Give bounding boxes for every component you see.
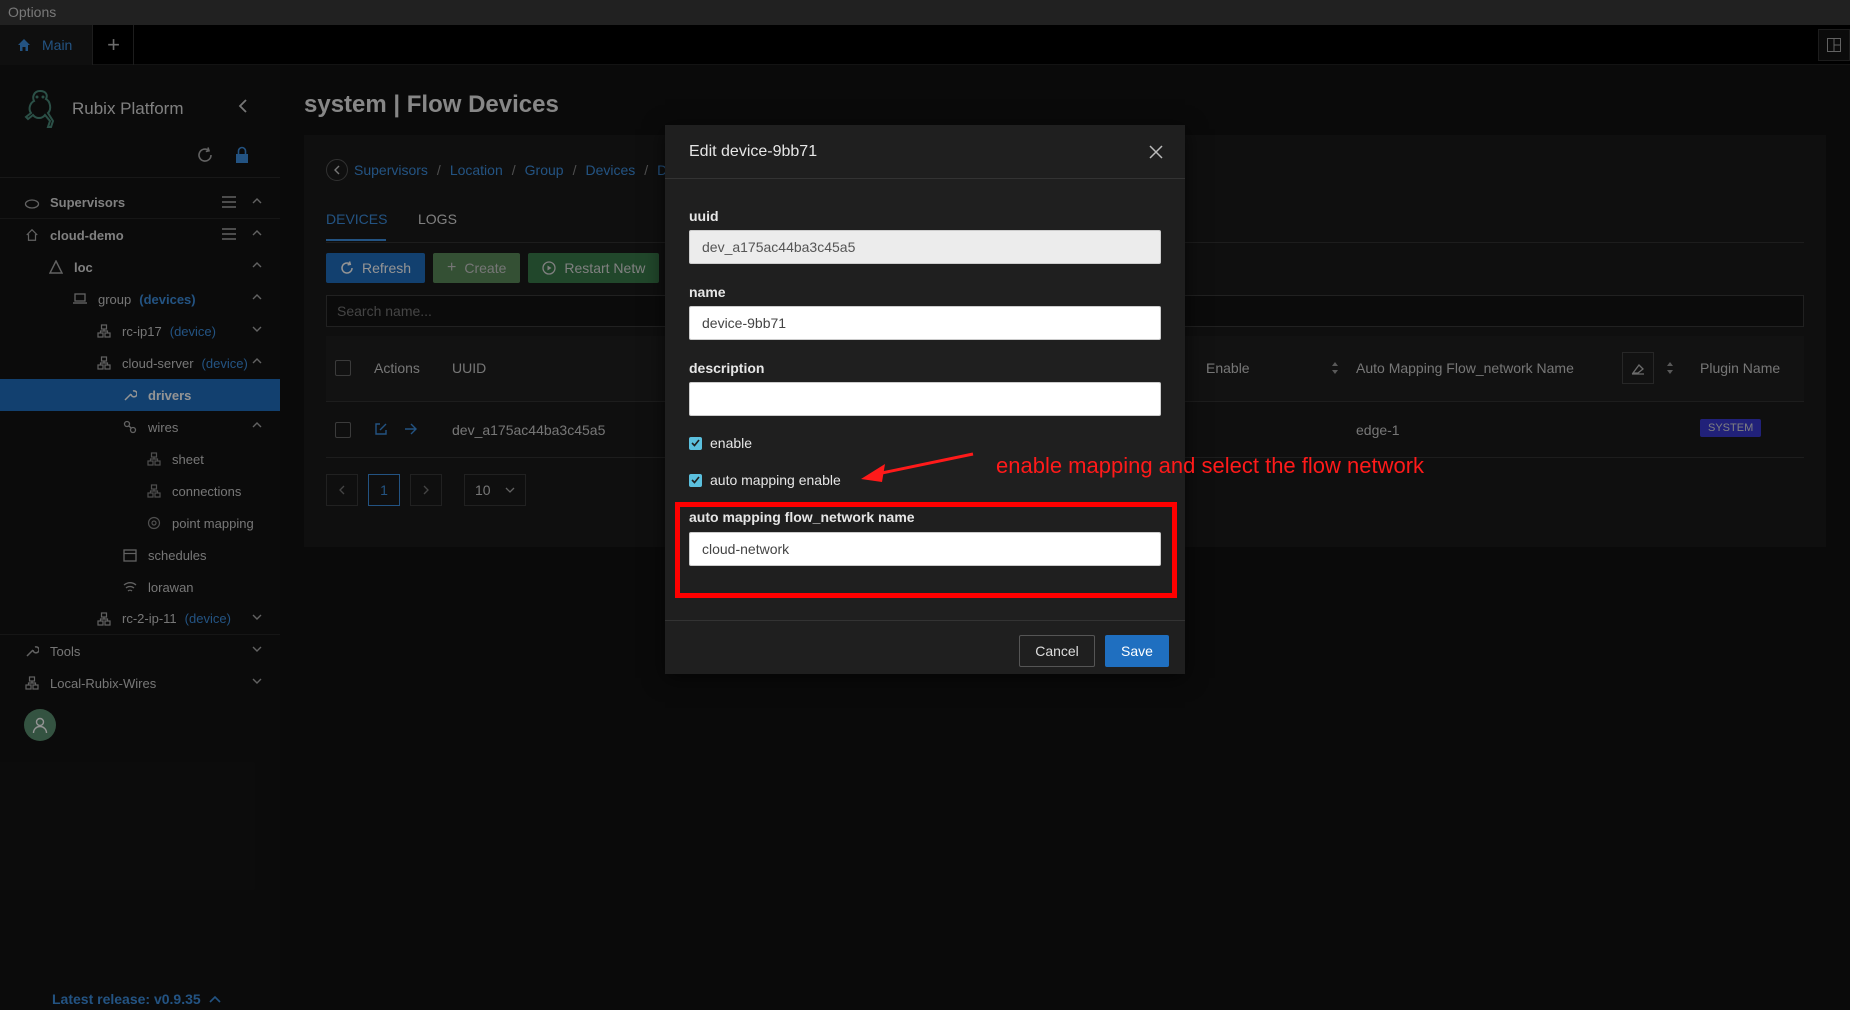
auto-mapping-enable-checkbox[interactable]: auto mapping enable bbox=[689, 472, 841, 488]
modal-footer: Cancel Save bbox=[665, 620, 1185, 674]
auto-mapping-enable-label: auto mapping enable bbox=[710, 472, 841, 488]
flow-network-label: auto mapping flow_network name bbox=[689, 509, 915, 525]
edit-device-modal: Edit device-9bb71 uuid dev_a175ac44ba3c4… bbox=[665, 125, 1185, 674]
uuid-field: dev_a175ac44ba3c45a5 bbox=[689, 230, 1161, 264]
annotation-text: enable mapping and select the flow netwo… bbox=[996, 453, 1425, 478]
flow-network-field[interactable]: cloud-network bbox=[689, 532, 1161, 566]
modal-header: Edit device-9bb71 bbox=[665, 125, 1185, 179]
close-icon[interactable] bbox=[1147, 143, 1165, 161]
enable-checkbox[interactable]: enable bbox=[689, 435, 752, 451]
description-field[interactable] bbox=[689, 382, 1161, 416]
checkbox-checked-icon bbox=[689, 436, 702, 450]
save-button[interactable]: Save bbox=[1105, 635, 1169, 667]
cancel-button[interactable]: Cancel bbox=[1019, 635, 1095, 667]
enable-label: enable bbox=[710, 435, 753, 451]
checkbox-checked-icon bbox=[689, 473, 702, 487]
name-label: name bbox=[689, 284, 726, 300]
annotation-arrow bbox=[861, 452, 974, 482]
description-label: description bbox=[689, 360, 765, 376]
uuid-label: uuid bbox=[689, 208, 719, 224]
name-field[interactable]: device-9bb71 bbox=[689, 306, 1161, 340]
modal-title: Edit device-9bb71 bbox=[689, 142, 818, 160]
